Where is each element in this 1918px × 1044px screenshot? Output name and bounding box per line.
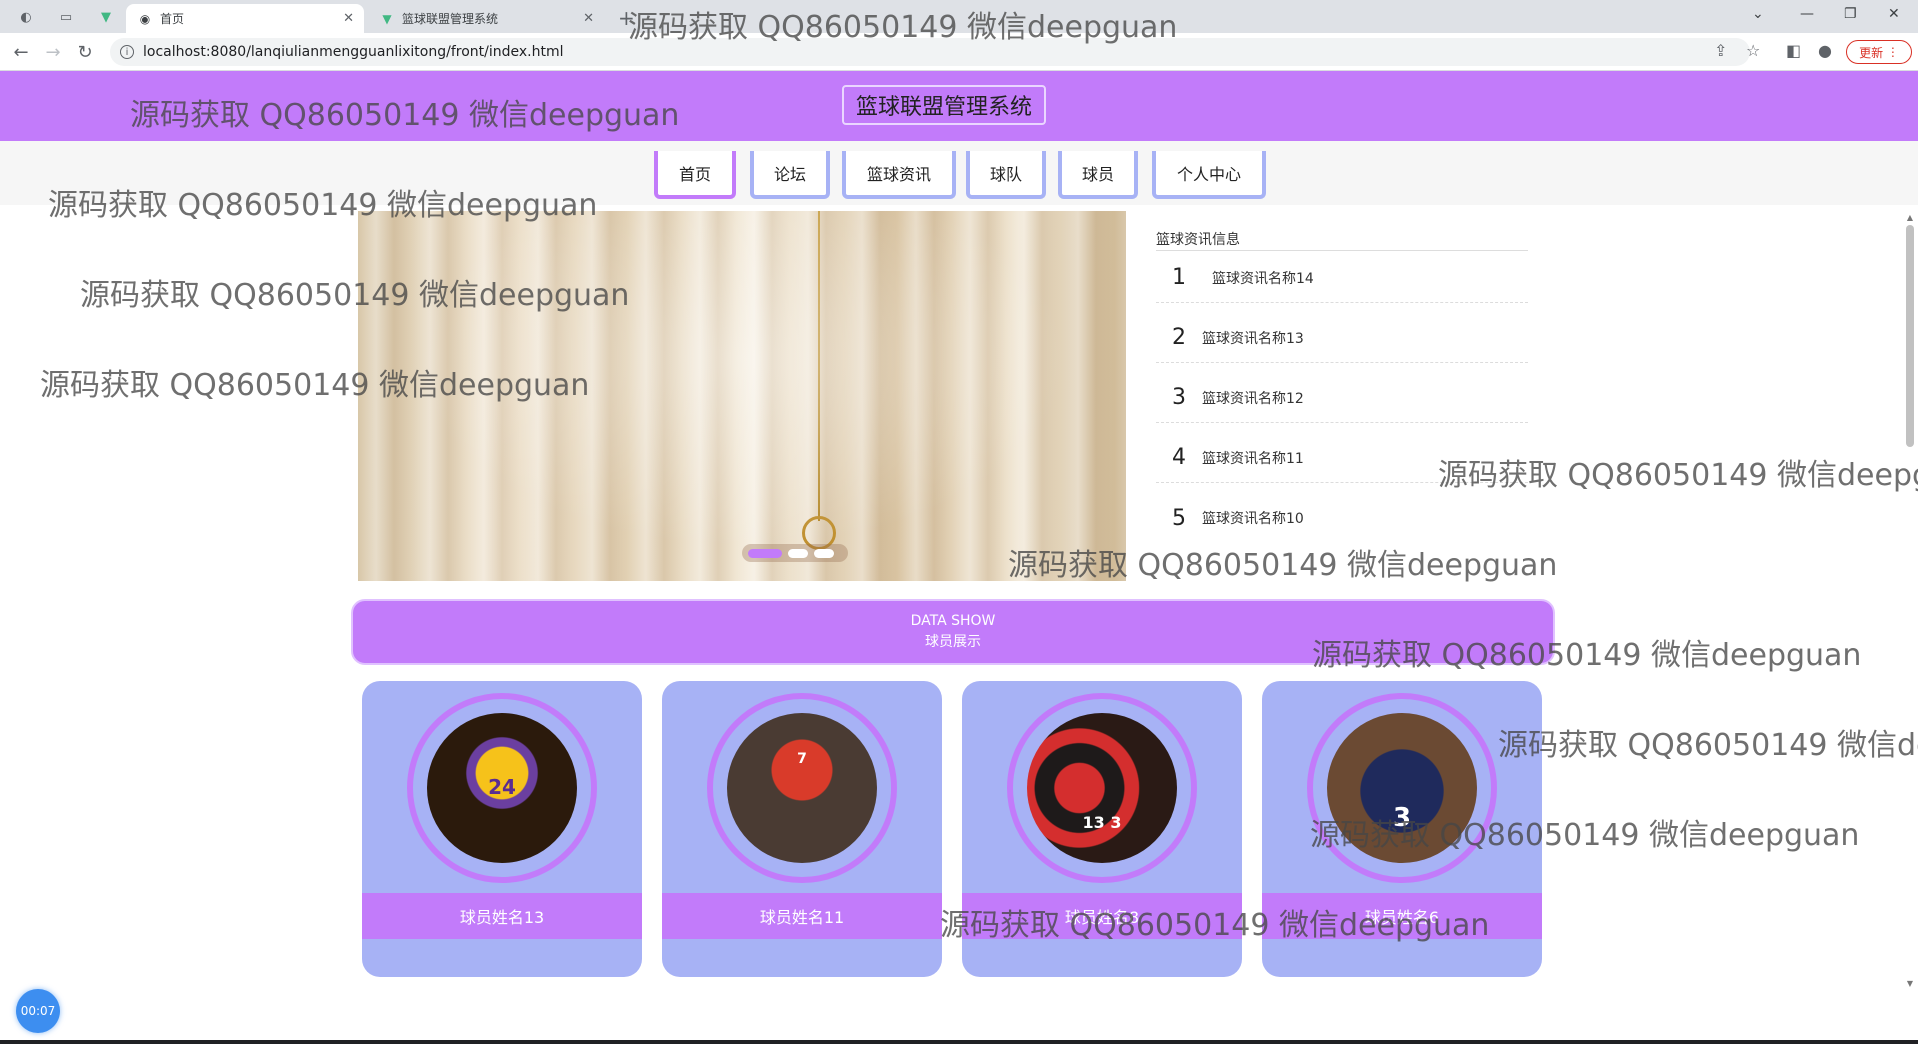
player-name: 球员姓名8: [962, 893, 1242, 939]
nav-item-home[interactable]: 首页: [654, 151, 736, 199]
news-name: 篮球资讯名称12: [1202, 390, 1304, 407]
news-rank: 1: [1172, 265, 1186, 290]
info-icon[interactable]: i: [120, 45, 134, 59]
avatar-ring: 24: [407, 693, 597, 883]
nav-item-news[interactable]: 篮球资讯: [842, 151, 956, 199]
news-panel: 篮球资讯信息 1 篮球资讯名称14 2 篮球资讯名称13 3 篮球资讯名称12 …: [1156, 211, 1528, 571]
scroll-up-icon[interactable]: ▲: [1904, 213, 1916, 222]
news-rank: 2: [1172, 325, 1186, 350]
jersey-number: 7: [797, 751, 807, 767]
jersey-number: 13 3: [1082, 813, 1122, 832]
news-item[interactable]: 3 篮球资讯名称12: [1156, 373, 1528, 423]
section-title-cn: 球员展示: [925, 634, 981, 650]
avatar-ring: 7: [707, 693, 897, 883]
new-tab-button[interactable]: +: [618, 6, 635, 30]
minimize-button[interactable]: —: [1800, 6, 1814, 22]
site-title: 篮球联盟管理系统: [842, 85, 1047, 125]
nav-item-players[interactable]: 球员: [1058, 151, 1138, 199]
player-name: 球员姓名6: [1262, 893, 1542, 939]
news-name: 篮球资讯名称11: [1202, 450, 1304, 467]
timer-badge[interactable]: 00:07: [16, 989, 60, 1033]
news-rank: 5: [1172, 505, 1186, 531]
globe-icon: ◉: [139, 11, 151, 26]
window-close-button[interactable]: ✕: [1888, 6, 1900, 22]
news-panel-title: 篮球资讯信息: [1156, 229, 1528, 251]
player-photo: 3: [1327, 713, 1477, 863]
banner-image-chain: [818, 211, 820, 521]
player-card[interactable]: 7 球员姓名11: [662, 681, 942, 977]
scroll-down-icon[interactable]: ▼: [1904, 979, 1916, 988]
update-button[interactable]: 更新 ⋮: [1846, 40, 1912, 64]
avatar-ring: 3: [1307, 693, 1497, 883]
page-content: 篮球联盟管理系统 首页 论坛 篮球资讯 球队 球员 个人中心 篮球资讯信息 1 …: [0, 71, 1918, 1044]
player-name: 球员姓名13: [362, 893, 642, 939]
page-scrollbar[interactable]: ▲ ▼: [1904, 213, 1916, 988]
sidebar-icon[interactable]: ◧: [1786, 41, 1801, 60]
carousel-indicators: [742, 544, 848, 562]
vue-icon: ▼: [382, 11, 392, 26]
jersey-number: 24: [488, 775, 516, 799]
jersey-number: 3: [1392, 803, 1412, 833]
site-header: 篮球联盟管理系统: [0, 71, 1918, 141]
tab-title: 篮球联盟管理系统: [402, 12, 499, 26]
news-name: 篮球资讯名称10: [1202, 511, 1304, 527]
nav-item-profile[interactable]: 个人中心: [1152, 151, 1266, 199]
avatar-ring: 13 3: [1007, 693, 1197, 883]
tab-group-icon[interactable]: ▭: [54, 6, 78, 28]
carousel-dot[interactable]: [788, 548, 808, 558]
update-label: 更新: [1859, 45, 1884, 60]
main-navbar: [0, 141, 1918, 205]
browser-menu-icon[interactable]: ◐: [14, 6, 38, 28]
restore-button[interactable]: ❐: [1844, 6, 1857, 22]
banner-carousel[interactable]: [358, 211, 1126, 581]
address-bar[interactable]: i localhost:8080/lanqiulianmengguanlixit…: [110, 38, 1750, 66]
star-icon[interactable]: ☆: [1746, 41, 1760, 60]
close-icon[interactable]: ✕: [343, 11, 354, 26]
back-arrow-icon[interactable]: ←: [10, 41, 32, 63]
taskbar-edge: [0, 1040, 1918, 1044]
player-card[interactable]: 24 球员姓名13: [362, 681, 642, 977]
reload-icon[interactable]: ↻: [74, 41, 96, 63]
tab-title: 首页: [160, 12, 185, 26]
close-icon[interactable]: ✕: [583, 11, 594, 26]
player-photo: 24: [427, 713, 577, 863]
nav-item-forum[interactable]: 论坛: [750, 151, 830, 199]
news-name: 篮球资讯名称13: [1202, 330, 1304, 347]
player-card[interactable]: 3 球员姓名6: [1262, 681, 1542, 977]
news-name: 篮球资讯名称14: [1212, 270, 1314, 287]
browser-tab-strip: ◐ ▭ ▼ ◉ 首页 ✕ ▼ 篮球联盟管理系统 ✕ + ⌄ — ❐ ✕: [0, 0, 1918, 33]
nav-item-teams[interactable]: 球队: [966, 151, 1046, 199]
section-title-en: DATA SHOW: [910, 613, 996, 629]
news-item[interactable]: 4 篮球资讯名称11: [1156, 433, 1528, 483]
url-text: localhost:8080/lanqiulianmengguanlixiton…: [143, 44, 564, 60]
tab-search-icon[interactable]: ⌄: [1752, 6, 1764, 22]
scroll-thumb[interactable]: [1906, 225, 1914, 447]
carousel-dot[interactable]: [814, 548, 834, 558]
share-icon[interactable]: ⇪: [1714, 41, 1727, 60]
browser-tab-home[interactable]: ◉ 首页 ✕: [126, 4, 364, 33]
news-item[interactable]: 5 篮球资讯名称10: [1156, 493, 1528, 543]
carousel-dot[interactable]: [748, 548, 782, 558]
vue-icon[interactable]: ▼: [94, 6, 118, 28]
browser-toolbar: ← → ↻ i localhost:8080/lanqiulianmenggua…: [0, 33, 1918, 71]
news-item[interactable]: 2 篮球资讯名称13: [1156, 313, 1528, 363]
player-name: 球员姓名11: [662, 893, 942, 939]
news-rank: 3: [1172, 385, 1186, 410]
player-photo: 13 3: [1027, 713, 1177, 863]
player-card[interactable]: 13 3 球员姓名8: [962, 681, 1242, 977]
section-header: DATA SHOW 球员展示: [351, 599, 1555, 665]
profile-icon[interactable]: ●: [1818, 41, 1832, 60]
news-item[interactable]: 1 篮球资讯名称14: [1156, 253, 1528, 303]
news-rank: 4: [1172, 445, 1186, 470]
forward-arrow-icon[interactable]: →: [42, 41, 64, 63]
player-photo: 7: [727, 713, 877, 863]
browser-tab-system[interactable]: ▼ 篮球联盟管理系统 ✕: [368, 4, 604, 33]
